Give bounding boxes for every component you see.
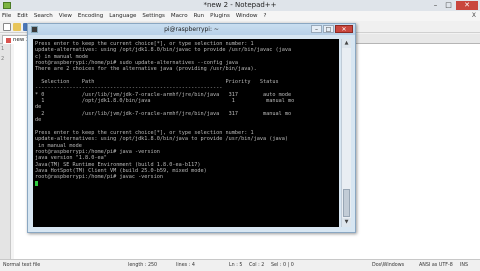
terminal-scrollbar[interactable]: ▲ ▼ (341, 39, 351, 227)
menu-run[interactable]: Run (194, 11, 205, 21)
scroll-up-icon[interactable]: ▲ (342, 39, 351, 48)
putty-minimize-button[interactable]: – (311, 25, 322, 33)
terminal-output: Press enter to keep the current choice[*… (33, 39, 339, 189)
terminal-line: Press enter to keep the current choice[*… (35, 41, 254, 47)
terminal-line: root@raspberrypi:/home/pi# sudo update-a… (35, 60, 239, 67)
menu-view[interactable]: View (59, 11, 72, 21)
status-file-type: Normal text file (3, 263, 41, 268)
putty-maximize-button[interactable]: □ (323, 25, 334, 33)
menu-encoding[interactable]: Encoding (78, 11, 103, 21)
window-title: *new 2 - Notepad++ (203, 1, 277, 9)
terminal-cursor (35, 180, 38, 186)
status-eol: Dos\Windows (372, 263, 405, 268)
fold-margin (11, 44, 14, 259)
terminal-line: c) in manual mode (35, 53, 89, 60)
terminal-line: update-alternatives: using /opt/jdk1.8.0… (35, 136, 288, 143)
terminal-line: de (35, 104, 42, 111)
menu-file[interactable]: File (2, 11, 11, 21)
status-col: Col : 2 (249, 263, 265, 268)
status-lines: lines : 4 (176, 263, 195, 268)
status-encoding: ANSI as UTF-8 (419, 263, 453, 268)
menu-help[interactable]: ? (264, 11, 267, 21)
putty-title: pi@raspberrypi: ~ (164, 26, 219, 33)
terminal-line: de (35, 117, 42, 124)
status-ln: Ln : 5 (229, 263, 243, 268)
terminal-line: java version "1.8.0-ea" (35, 155, 107, 162)
putty-close-button[interactable]: ✕ (335, 25, 353, 33)
maximize-button[interactable]: □ (443, 1, 454, 10)
new-file-icon[interactable] (3, 22, 11, 31)
terminal-line: root@raspberrypi:/home/pi# java -version (35, 148, 160, 155)
terminal-line: Java(TM) SE Runtime Environment (build 1… (35, 161, 201, 168)
terminal-line: update-alternatives: using /opt/jdk1.8.0… (35, 47, 292, 54)
menu-plugins[interactable]: Plugins (210, 11, 230, 21)
terminal-line: 1 /opt/jdk1.8.0/bin/java 1 manual mo (35, 98, 295, 105)
scrollbar-thumb[interactable] (343, 189, 350, 217)
terminal-line: Selection Path Priority Status (35, 79, 279, 86)
terminal-line: ----------------------------------------… (35, 85, 223, 92)
scroll-down-icon[interactable]: ▼ (342, 218, 351, 227)
terminal-line: Press enter to keep the current choice[*… (35, 129, 254, 136)
terminal-line: * 0 /usr/lib/jvm/jdk-7-oracle-armhf/jre/… (35, 91, 292, 98)
line-number: 1 (1, 46, 5, 52)
terminal-screen[interactable]: Press enter to keep the current choice[*… (33, 39, 339, 227)
menu-language[interactable]: Language (109, 11, 136, 21)
terminal-line: in manual mode (35, 142, 82, 149)
terminal-line: There are 2 choices for the alternative … (35, 66, 257, 73)
status-sel: Sel : 0 | 0 (271, 263, 294, 268)
line-number: 2 (1, 56, 5, 62)
menu-bar: File Edit Search View Encoding Language … (0, 11, 480, 21)
terminal-line: Java HotSpot(TM) Client VM (build 25.0-b… (35, 167, 207, 174)
status-length: length : 250 (128, 263, 158, 268)
minimize-button[interactable]: – (430, 1, 441, 10)
menu-window[interactable]: Window (236, 11, 258, 21)
status-bar: Normal text file length : 250 lines : 4 … (0, 259, 480, 271)
menu-edit[interactable]: Edit (17, 11, 28, 21)
open-file-icon[interactable] (13, 22, 21, 31)
unsaved-icon (6, 37, 11, 43)
menu-settings[interactable]: Settings (142, 11, 165, 21)
close-document-button[interactable]: X (472, 11, 476, 21)
status-mode: INS (460, 263, 469, 268)
terminal-line: 2 /usr/lib/jvm/jdk-7-oracle-armhf/jre/bi… (35, 110, 292, 117)
close-button[interactable]: ✕ (456, 1, 478, 10)
putty-window[interactable]: pi@raspberrypi: ~ – □ ✕ Press enter to k… (27, 23, 356, 233)
line-number-gutter: 1 2 (0, 44, 11, 259)
menu-search[interactable]: Search (34, 11, 53, 21)
menu-macro[interactable]: Macro (171, 11, 188, 21)
putty-title-bar[interactable]: pi@raspberrypi: ~ – □ ✕ (28, 24, 355, 35)
title-bar: *new 2 - Notepad++ – □ ✕ (0, 0, 480, 11)
terminal-line: root@raspberrypi:/home/pi# javac -versio… (35, 174, 164, 181)
